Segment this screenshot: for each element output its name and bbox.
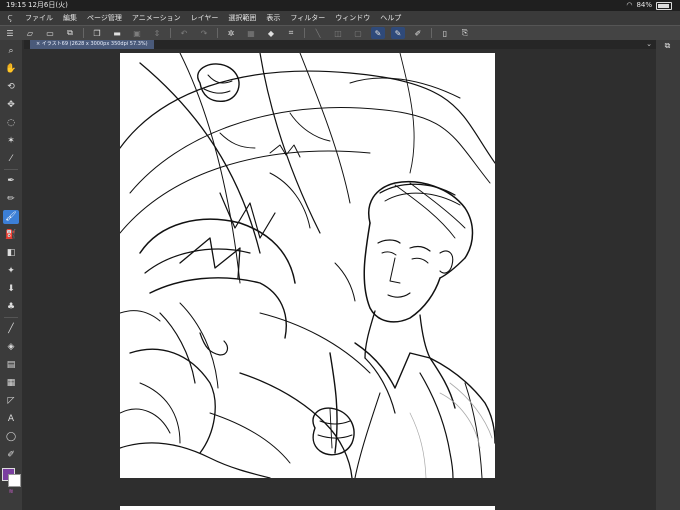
- tool-separator: [4, 317, 18, 318]
- stepper-icon[interactable]: ⇕: [150, 27, 164, 39]
- next-page-sketch: [120, 506, 495, 510]
- menu-animation[interactable]: アニメーション: [127, 13, 186, 23]
- color-mode-icon[interactable]: ≋: [8, 488, 13, 495]
- app-logo-icon[interactable]: ϛ: [0, 13, 20, 23]
- undo-icon[interactable]: ↶: [177, 27, 191, 39]
- zoom-icon[interactable]: ⌕: [3, 44, 19, 58]
- next-page-canvas[interactable]: [120, 506, 495, 510]
- toolbar-separator: [431, 28, 432, 38]
- document-tab-bar: × イラスト69 (2628 x 3000px 350dpi 57.3%) ⌄: [24, 40, 656, 49]
- stamp-icon[interactable]: ⬇: [3, 282, 19, 296]
- stroke-tool-3-icon[interactable]: ✐: [411, 27, 425, 39]
- correction-icon[interactable]: ✐: [3, 448, 19, 462]
- command-bar: ☰ ▱ ▭ ⧉ ❐ ▬ ▣ ⇕ ↶ ↷ ✲ ▦ ◆ ⌗ ╲ ◫ ▢ ✎ ✎ ✐ …: [0, 25, 680, 40]
- battery-percent: 84%: [636, 1, 652, 9]
- menu-bar: ϛ ファイル 編集 ページ管理 アニメーション レイヤー 選択範囲 表示 フィル…: [0, 11, 680, 25]
- lasso-icon[interactable]: ◌: [3, 116, 19, 130]
- color-well[interactable]: [2, 468, 21, 487]
- gradient-icon[interactable]: ▤: [3, 358, 19, 372]
- line-icon[interactable]: ╱: [3, 322, 19, 336]
- new-file-icon[interactable]: ▱: [23, 27, 37, 39]
- drawing-canvas[interactable]: [120, 53, 495, 478]
- toolbar-separator: [83, 28, 84, 38]
- toolbar-separator: [170, 28, 171, 38]
- blend-icon[interactable]: ✦: [3, 264, 19, 278]
- menu-filter[interactable]: フィルター: [285, 13, 330, 23]
- fill-icon[interactable]: ◆: [264, 27, 278, 39]
- menu-page[interactable]: ページ管理: [82, 13, 127, 23]
- menu-help[interactable]: ヘルプ: [375, 13, 406, 23]
- grid-icon[interactable]: ▦: [244, 27, 258, 39]
- hand-icon[interactable]: ✋: [3, 62, 19, 76]
- panel-toggle-icon[interactable]: ⧉: [661, 40, 674, 52]
- canvas-area[interactable]: [24, 49, 656, 510]
- crop-icon[interactable]: ⌗: [284, 27, 298, 39]
- status-date: 12月6日(火): [28, 1, 68, 9]
- magic-wand-icon[interactable]: ✶: [3, 134, 19, 148]
- menu-layer[interactable]: レイヤー: [186, 13, 224, 23]
- wifi-icon: ◠: [626, 1, 633, 9]
- pencil-icon[interactable]: ✏: [3, 192, 19, 206]
- toolbar-separator: [217, 28, 218, 38]
- menu-view[interactable]: 表示: [261, 13, 285, 23]
- document-tab[interactable]: × イラスト69 (2628 x 3000px 350dpi 57.3%): [30, 40, 154, 49]
- line-tool-icon[interactable]: ╲: [311, 27, 325, 39]
- menu-edit[interactable]: 編集: [58, 13, 82, 23]
- stroke-tool-1-icon[interactable]: ✎: [371, 27, 385, 39]
- eyedropper-icon[interactable]: ⁄: [3, 152, 19, 166]
- open-icon[interactable]: ▭: [43, 27, 57, 39]
- status-time: 19:15: [6, 1, 27, 9]
- frame-border-icon[interactable]: ▦: [3, 376, 19, 390]
- sub-color-swatch[interactable]: [8, 474, 21, 487]
- sketch-artwork: [120, 53, 495, 478]
- copy-icon[interactable]: ❐: [90, 27, 104, 39]
- redo-icon[interactable]: ↷: [197, 27, 211, 39]
- menu-toggle-icon[interactable]: ☰: [3, 27, 17, 39]
- chevron-down-icon[interactable]: ⌄: [646, 40, 652, 49]
- stroke-tool-2-icon[interactable]: ✎: [391, 27, 405, 39]
- pen-icon[interactable]: ✒: [3, 174, 19, 188]
- document-tab-label: イラスト69 (2628 x 3000px 350dpi 57.3%): [41, 41, 148, 47]
- menu-selection[interactable]: 選択範囲: [223, 13, 261, 23]
- save-icon[interactable]: ▣: [130, 27, 144, 39]
- text-icon[interactable]: A: [3, 412, 19, 426]
- frame-icon[interactable]: ▢: [351, 27, 365, 39]
- airbrush-icon[interactable]: ⛽: [3, 228, 19, 242]
- right-panel: ⧉: [656, 40, 680, 510]
- rotate-icon[interactable]: ⟲: [3, 80, 19, 94]
- toolbar-separator: [304, 28, 305, 38]
- menu-file[interactable]: ファイル: [20, 13, 58, 23]
- export-icon[interactable]: ⧉: [63, 27, 77, 39]
- sidebar-toggle-icon[interactable]: ⎘: [458, 27, 472, 39]
- menu-window[interactable]: ウィンドウ: [330, 13, 375, 23]
- device-icon[interactable]: ▯: [438, 27, 452, 39]
- balloon-icon[interactable]: ◯: [3, 430, 19, 444]
- move-icon[interactable]: ✥: [3, 98, 19, 112]
- status-bar: 19:15 12月6日(火) ◠ 84%: [0, 0, 680, 11]
- tool-separator: [4, 169, 18, 170]
- tool-palette: ⌕ ✋ ⟲ ✥ ◌ ✶ ⁄ ✒ ✏ 🖌 ⛽ ◧ ✦ ⬇ ♣ ╱ ◈ ▤ ▦ ◸ …: [0, 40, 22, 510]
- battery-icon: [656, 1, 672, 10]
- eraser-icon[interactable]: ◧: [3, 246, 19, 260]
- ruler-icon[interactable]: ◸: [3, 394, 19, 408]
- bucket-icon[interactable]: ◈: [3, 340, 19, 354]
- brush-icon[interactable]: 🖌: [3, 210, 19, 224]
- transform-icon[interactable]: ◫: [331, 27, 345, 39]
- spinner-icon[interactable]: ✲: [224, 27, 238, 39]
- decoration-icon[interactable]: ♣: [3, 300, 19, 314]
- folder-icon[interactable]: ▬: [110, 27, 124, 39]
